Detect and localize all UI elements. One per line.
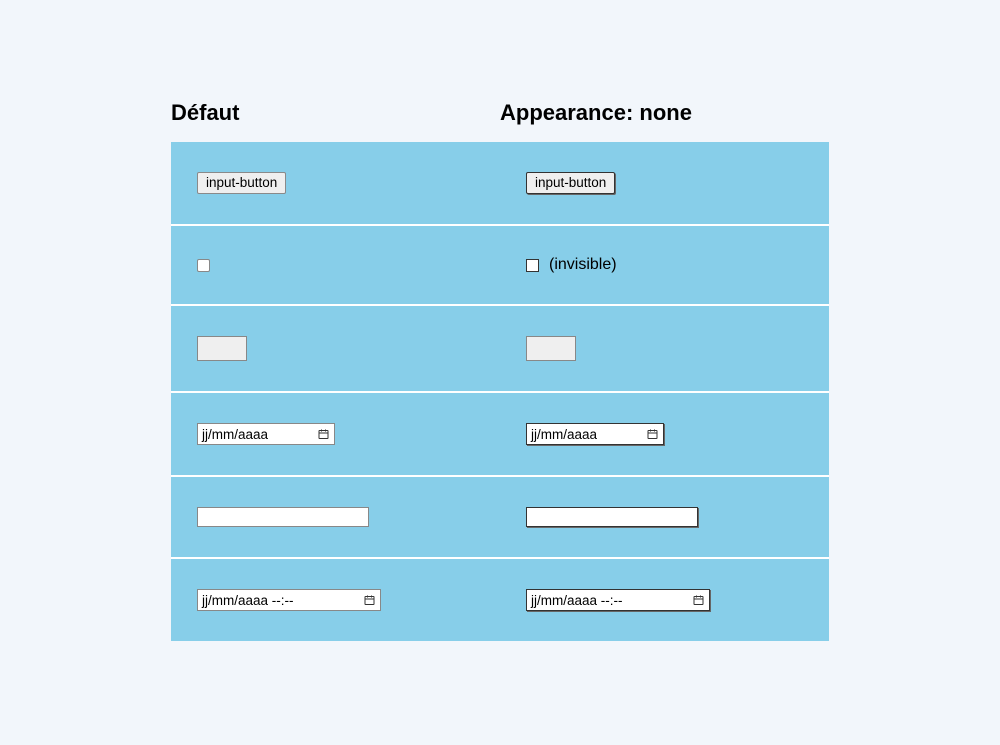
row-date: jj/mm/aaaa jj/mm/aaaa xyxy=(171,393,829,477)
input-text-default[interactable] xyxy=(197,507,369,527)
row-button: input-button input-button xyxy=(171,142,829,226)
cell-date-default: jj/mm/aaaa xyxy=(171,393,500,475)
cell-button-none: input-button xyxy=(500,142,829,224)
cell-color-none xyxy=(500,306,829,391)
cell-text-default xyxy=(171,477,500,557)
checkbox-note: (invisible) xyxy=(549,256,617,274)
input-color-default[interactable] xyxy=(197,336,247,361)
cell-date-none: jj/mm/aaaa xyxy=(500,393,829,475)
input-button-none[interactable]: input-button xyxy=(526,172,615,194)
datetime-placeholder: jj/mm/aaaa --:-- xyxy=(531,593,623,608)
inputs-table: input-button input-button (invisible) xyxy=(171,142,829,641)
cell-text-none xyxy=(500,477,829,557)
cell-datetime-none: jj/mm/aaaa --:-- xyxy=(500,559,829,641)
input-checkbox-none[interactable] xyxy=(526,259,539,272)
date-placeholder: jj/mm/aaaa xyxy=(202,427,268,442)
input-button-default[interactable]: input-button xyxy=(197,172,286,194)
row-text xyxy=(171,477,829,559)
cell-datetime-default: jj/mm/aaaa --:-- xyxy=(171,559,500,641)
date-placeholder: jj/mm/aaaa xyxy=(531,427,597,442)
input-date-none[interactable]: jj/mm/aaaa xyxy=(526,423,664,445)
row-checkbox: (invisible) xyxy=(171,226,829,306)
input-text-none[interactable] xyxy=(526,507,698,527)
input-checkbox-default[interactable] xyxy=(197,259,210,272)
datetime-placeholder: jj/mm/aaaa --:-- xyxy=(202,593,294,608)
cell-checkbox-none: (invisible) xyxy=(500,226,829,304)
input-date-default[interactable]: jj/mm/aaaa xyxy=(197,423,335,445)
cell-button-default: input-button xyxy=(171,142,500,224)
calendar-icon xyxy=(363,594,376,606)
calendar-icon xyxy=(646,428,659,440)
cell-color-default xyxy=(171,306,500,391)
input-datetime-default[interactable]: jj/mm/aaaa --:-- xyxy=(197,589,381,611)
row-color xyxy=(171,306,829,393)
cell-checkbox-default xyxy=(171,226,500,304)
calendar-icon xyxy=(692,594,705,606)
header-default: Défaut xyxy=(171,100,500,126)
input-color-none[interactable] xyxy=(526,336,576,361)
calendar-icon xyxy=(317,428,330,440)
row-datetime: jj/mm/aaaa --:-- jj/mm/aaaa --:-- xyxy=(171,559,829,641)
header-appearance-none: Appearance: none xyxy=(500,100,829,126)
column-headers: Défaut Appearance: none xyxy=(171,100,829,126)
form-comparison-table: Défaut Appearance: none input-button inp… xyxy=(171,100,829,641)
input-datetime-none[interactable]: jj/mm/aaaa --:-- xyxy=(526,589,710,611)
